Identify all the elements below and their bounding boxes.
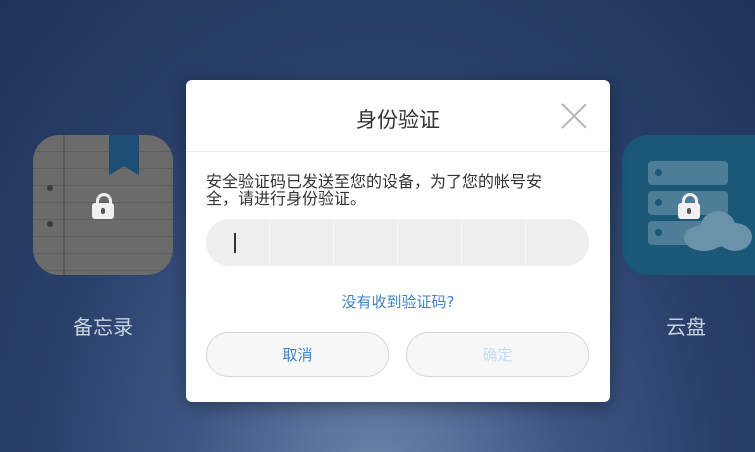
text-caret <box>234 233 236 253</box>
notes-app-icon <box>33 135 173 275</box>
cloud-drive-app-icon <box>622 135 755 275</box>
resend-code-link[interactable]: 没有收到验证码? <box>186 291 610 312</box>
code-digit-1[interactable] <box>206 219 270 266</box>
verification-code-input[interactable] <box>206 219 589 266</box>
code-digit-5[interactable] <box>462 219 526 266</box>
identity-verification-dialog: 身份验证 安全验证码已发送至您的设备，为了您的帐号安全，请进行身份验证。 没有收… <box>186 80 610 402</box>
code-digit-6[interactable] <box>526 219 589 266</box>
code-digit-2[interactable] <box>270 219 334 266</box>
notes-app-label: 备忘录 <box>73 315 133 339</box>
confirm-button[interactable]: 确定 <box>406 332 589 377</box>
code-digit-4[interactable] <box>398 219 462 266</box>
close-icon[interactable] <box>560 102 588 130</box>
cloud-drive-app-label: 云盘 <box>666 315 706 339</box>
lock-icon <box>678 193 700 219</box>
dialog-title: 身份验证 <box>356 108 440 132</box>
divider <box>186 151 610 152</box>
lock-icon <box>92 193 114 219</box>
cloud-drive-app[interactable]: 云盘 <box>622 135 755 340</box>
code-digit-3[interactable] <box>334 219 398 266</box>
verification-message: 安全验证码已发送至您的设备，为了您的帐号安全，请进行身份验证。 <box>206 172 543 208</box>
cancel-button[interactable]: 取消 <box>206 332 389 377</box>
bookmark-icon <box>109 135 139 175</box>
notes-app[interactable]: 备忘录 <box>33 135 173 340</box>
